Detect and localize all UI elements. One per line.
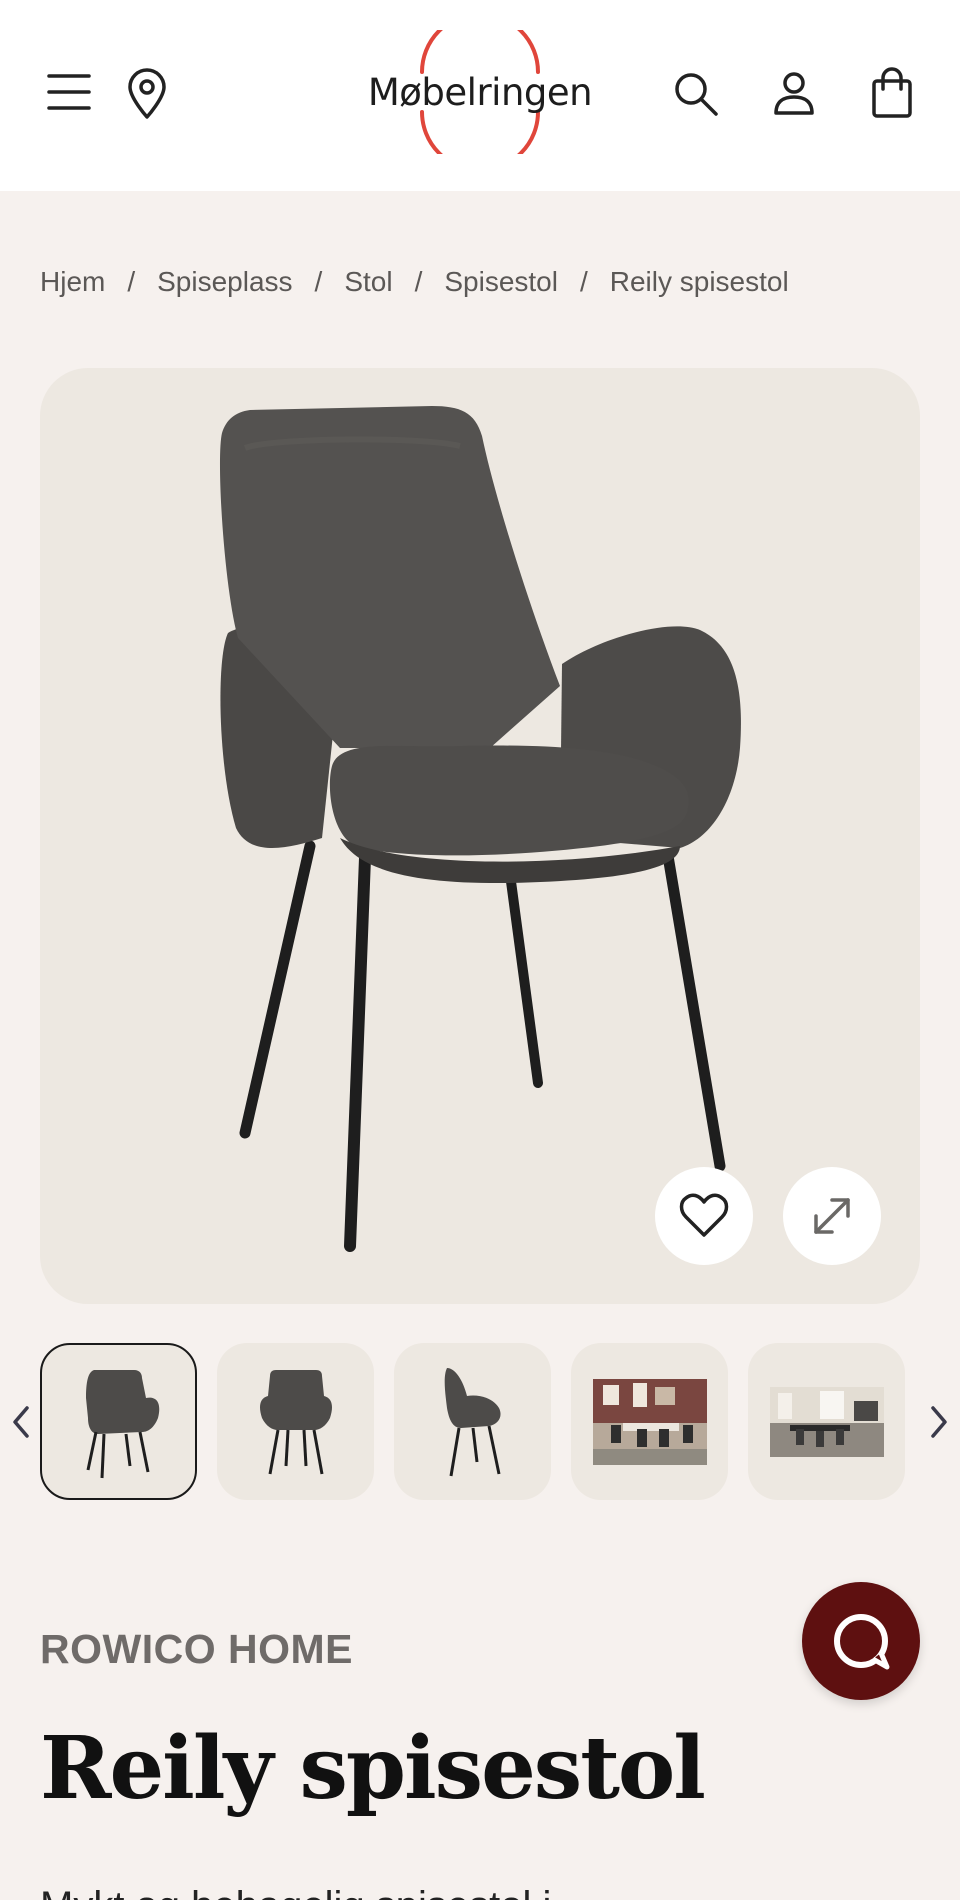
store-locator-button[interactable] (122, 66, 172, 122)
account-button[interactable] (766, 66, 822, 122)
thumbnail-1[interactable] (40, 1343, 197, 1500)
expand-icon (814, 1198, 850, 1234)
thumbnail-5[interactable] (748, 1343, 905, 1500)
dining-room-thumbnail-image (592, 1378, 707, 1465)
site-header: Møbelringen (0, 0, 960, 191)
chevron-right-icon (931, 1406, 947, 1438)
breadcrumb: Hjem / Spiseplass / Stol / Spisestol / R… (40, 262, 789, 302)
product-title: Reily spisestol (40, 1718, 706, 1819)
fullscreen-button[interactable] (783, 1167, 881, 1265)
breadcrumb-separator: / (414, 266, 423, 297)
chair-thumbnail-image (85, 1369, 159, 1478)
breadcrumb-current: Reily spisestol (609, 266, 789, 297)
cart-button[interactable] (864, 64, 920, 122)
breadcrumb-separator: / (127, 266, 136, 297)
product-description: Mykt og behagelig spisestol i (40, 1884, 551, 1900)
breadcrumb-item-spisestol[interactable]: Spisestol (444, 266, 558, 298)
thumbnails-prev-button[interactable] (6, 1402, 36, 1442)
thumbnails-next-button[interactable] (924, 1402, 954, 1442)
chair-front-thumbnail-image (259, 1369, 332, 1474)
breadcrumb-separator: / (579, 266, 588, 297)
chat-bubble-icon (834, 1614, 890, 1670)
chevron-left-icon (13, 1406, 29, 1438)
favorite-button[interactable] (655, 1167, 753, 1265)
location-pin-icon (128, 68, 166, 119)
heart-icon (679, 1193, 729, 1237)
dining-room-wide-thumbnail-image (769, 1386, 884, 1457)
breadcrumb-item-hjem[interactable]: Hjem (40, 266, 105, 298)
thumbnail-3[interactable] (394, 1343, 551, 1500)
breadcrumb-item-spiseplass[interactable]: Spiseplass (157, 266, 292, 298)
product-brand[interactable]: ROWICO HOME (40, 1626, 353, 1673)
menu-button[interactable] (42, 68, 96, 116)
shopping-bag-icon (872, 67, 912, 118)
user-icon (774, 72, 814, 115)
thumbnail-2[interactable] (217, 1343, 374, 1500)
site-logo[interactable]: Møbelringen (340, 30, 620, 154)
logo-text: Møbelringen (367, 70, 593, 114)
chat-button[interactable] (802, 1582, 920, 1700)
thumbnail-4[interactable] (571, 1343, 728, 1500)
menu-icon (47, 74, 91, 110)
search-icon (675, 73, 718, 116)
search-button[interactable] (668, 66, 724, 122)
product-main-image[interactable] (40, 368, 920, 1304)
chair-side-thumbnail-image (444, 1367, 501, 1476)
breadcrumb-item-stol[interactable]: Stol (344, 266, 392, 298)
chair-image (219, 406, 741, 1252)
breadcrumb-separator: / (314, 266, 323, 297)
